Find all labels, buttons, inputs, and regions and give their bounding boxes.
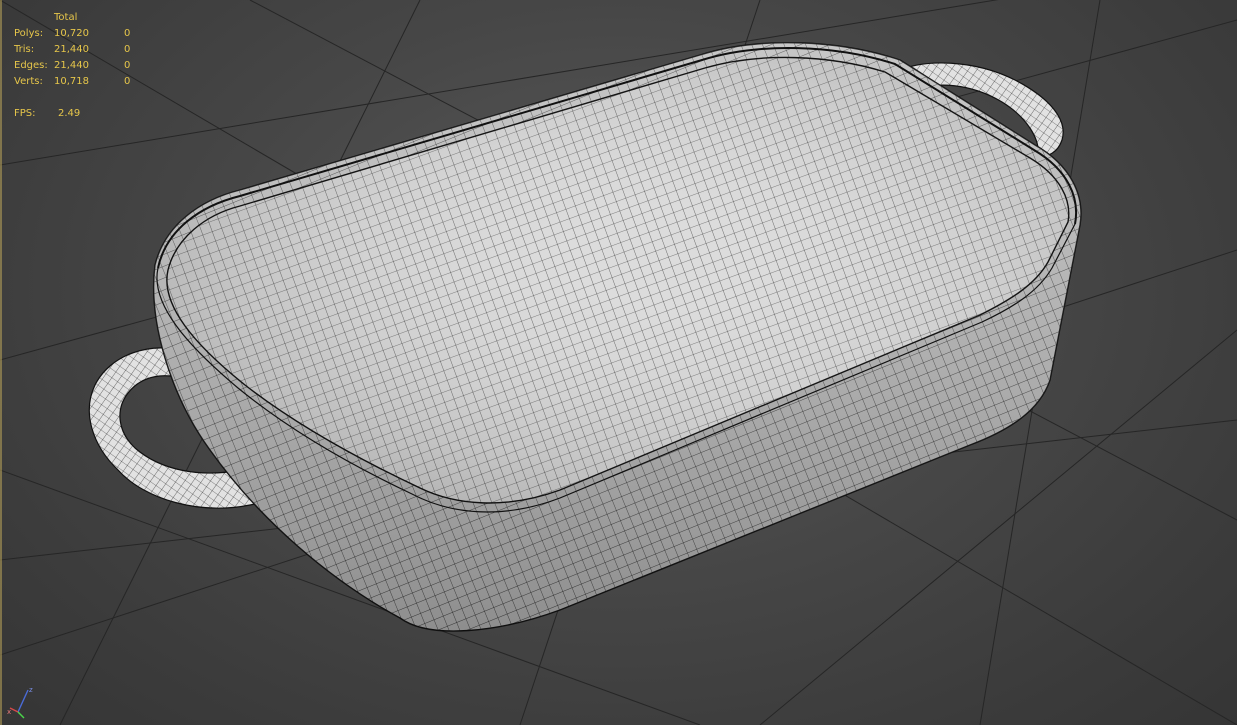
stats-total: 10,720: [54, 28, 89, 39]
stats-header-total: Total: [54, 12, 78, 23]
stats-total: 10,718: [54, 76, 89, 87]
stats-selected: 0: [124, 44, 131, 55]
perspective-viewport[interactable]: Total Polys: 10,720 0 Tris: 21,440 0 Edg…: [0, 0, 1237, 725]
fps-value: 2.49: [58, 108, 81, 119]
stats-label: Edges:: [14, 60, 48, 71]
axis-z-label: z: [29, 686, 33, 694]
stats-total: 21,440: [54, 44, 89, 55]
stats-label: Tris:: [14, 44, 35, 55]
scene-canvas[interactable]: [0, 0, 1237, 725]
stats-selected: 0: [124, 28, 131, 39]
viewport-active-border: [0, 0, 2, 725]
stats-total: 21,440: [54, 60, 89, 71]
fps-label: FPS:: [14, 108, 36, 119]
stats-label: Polys:: [14, 28, 44, 39]
stats-label: Verts:: [14, 76, 43, 87]
axis-x-label: x: [7, 708, 11, 716]
axis-tripod-icon: z x: [7, 686, 33, 719]
stats-selected: 0: [124, 60, 131, 71]
stats-selected: 0: [124, 76, 131, 87]
